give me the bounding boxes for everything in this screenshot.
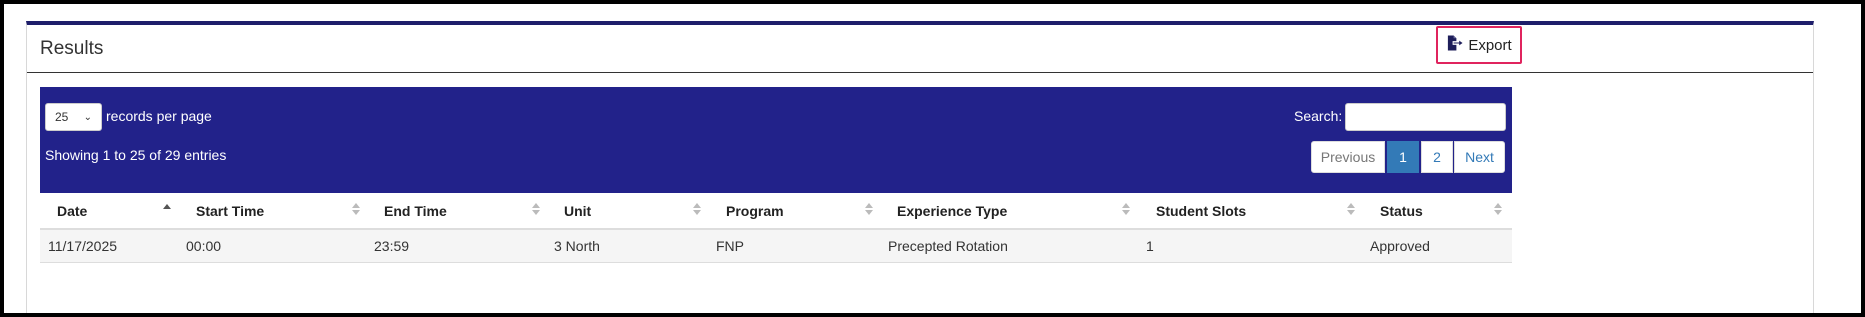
- panel-header: Results Export: [27, 25, 1813, 73]
- search-label: Search:: [1294, 108, 1343, 124]
- sort-icon[interactable]: [1494, 203, 1503, 217]
- sort-icon[interactable]: [1122, 203, 1131, 217]
- chevron-down-icon: ⌄: [83, 111, 92, 123]
- table-header: Date Start Time End Time Unit Program Ex…: [40, 193, 1512, 230]
- records-per-page-value: 25: [55, 110, 69, 124]
- column-header-unit[interactable]: Unit: [564, 203, 591, 219]
- column-header-start-time[interactable]: Start Time: [196, 203, 264, 219]
- column-header-student-slots[interactable]: Student Slots: [1156, 203, 1246, 219]
- column-header-end-time[interactable]: End Time: [384, 203, 447, 219]
- table-controls: 25 ⌄ records per page Showing 1 to 25 of…: [40, 87, 1512, 193]
- cell-end-time: 23:59: [374, 238, 410, 254]
- records-per-page-label: records per page: [106, 108, 212, 124]
- file-export-icon: [1446, 35, 1463, 55]
- column-header-program[interactable]: Program: [726, 203, 784, 219]
- cell-start-time: 00:00: [186, 238, 222, 254]
- pagination-previous[interactable]: Previous: [1311, 141, 1385, 173]
- table-row[interactable]: 11/17/2025 00:00 23:59 3 North FNP Prece…: [40, 230, 1512, 263]
- records-per-page-select[interactable]: 25 ⌄: [45, 103, 102, 131]
- column-header-experience-type[interactable]: Experience Type: [897, 203, 1007, 219]
- pagination-next[interactable]: Next: [1454, 141, 1505, 173]
- cell-unit: 3 North: [554, 238, 600, 254]
- sort-icon[interactable]: [1347, 203, 1356, 217]
- column-header-date[interactable]: Date: [57, 203, 87, 219]
- sort-icon[interactable]: [693, 203, 702, 217]
- search-input[interactable]: [1345, 103, 1506, 131]
- sort-ascending-icon[interactable]: [163, 203, 172, 217]
- export-label: Export: [1468, 36, 1512, 54]
- sort-icon[interactable]: [352, 203, 361, 217]
- sort-icon[interactable]: [865, 203, 874, 217]
- sort-icon[interactable]: [532, 203, 541, 217]
- export-button[interactable]: Export: [1436, 26, 1522, 64]
- table-info: Showing 1 to 25 of 29 entries: [45, 147, 227, 163]
- cell-student-slots: 1: [1146, 238, 1154, 254]
- page: Results Export 25 ⌄ records per page Sho…: [4, 4, 1861, 313]
- panel-title: Results: [40, 38, 104, 59]
- cell-status: Approved: [1370, 238, 1430, 254]
- results-panel: Results Export 25 ⌄ records per page Sho…: [26, 21, 1814, 313]
- pagination-page-1[interactable]: 1: [1387, 141, 1419, 173]
- column-header-status[interactable]: Status: [1380, 203, 1423, 219]
- cell-date: 11/17/2025: [48, 238, 118, 254]
- cell-experience-type: Precepted Rotation: [888, 238, 1008, 254]
- cell-program: FNP: [716, 238, 744, 254]
- pagination-page-2[interactable]: 2: [1421, 141, 1453, 173]
